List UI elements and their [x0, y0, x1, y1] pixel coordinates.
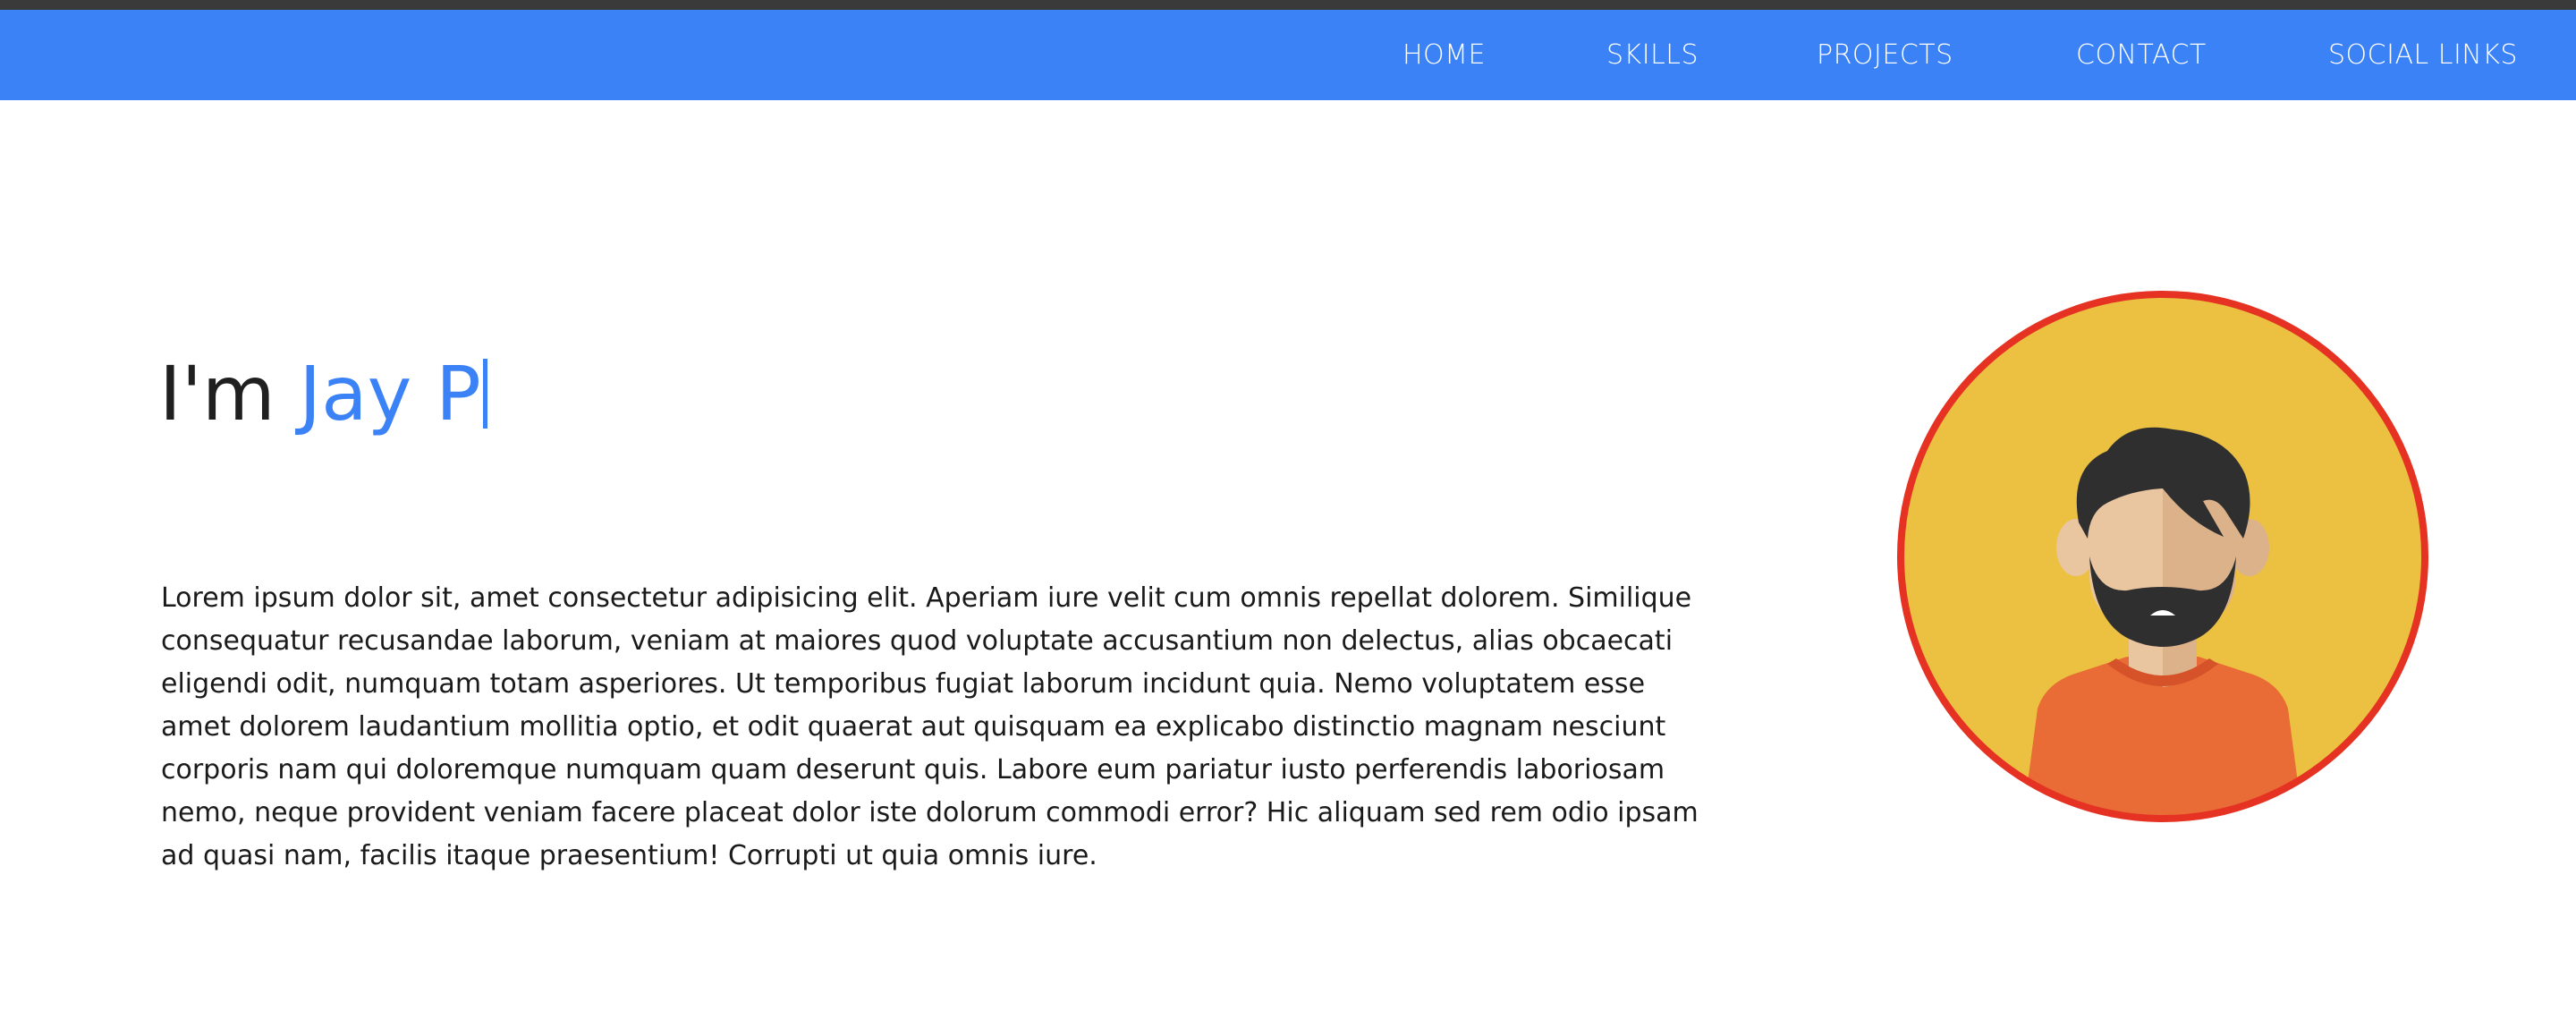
- navbar: HOME SKILLS PROJECTS CONTACT SOCIAL LINK…: [0, 10, 2576, 100]
- browser-top-strip: [0, 0, 2576, 10]
- nav-link-skills[interactable]: SKILLS: [1606, 10, 1699, 100]
- hero-name: Jay P: [299, 350, 481, 437]
- nav-link-home[interactable]: HOME: [1402, 10, 1486, 100]
- bearded-man-avatar-icon: [1897, 291, 2428, 822]
- nav-link-social-links[interactable]: SOCIAL LINKS: [2328, 10, 2518, 100]
- hero-heading: I'm Jay P: [159, 340, 487, 447]
- typing-cursor: [482, 359, 487, 429]
- hero-bio: Lorem ipsum dolor sit, amet consectetur …: [161, 582, 1699, 871]
- hero-prefix: I'm: [159, 350, 275, 437]
- nav-link-contact[interactable]: CONTACT: [2076, 10, 2207, 100]
- nav-link-projects[interactable]: PROJECTS: [1817, 10, 1953, 100]
